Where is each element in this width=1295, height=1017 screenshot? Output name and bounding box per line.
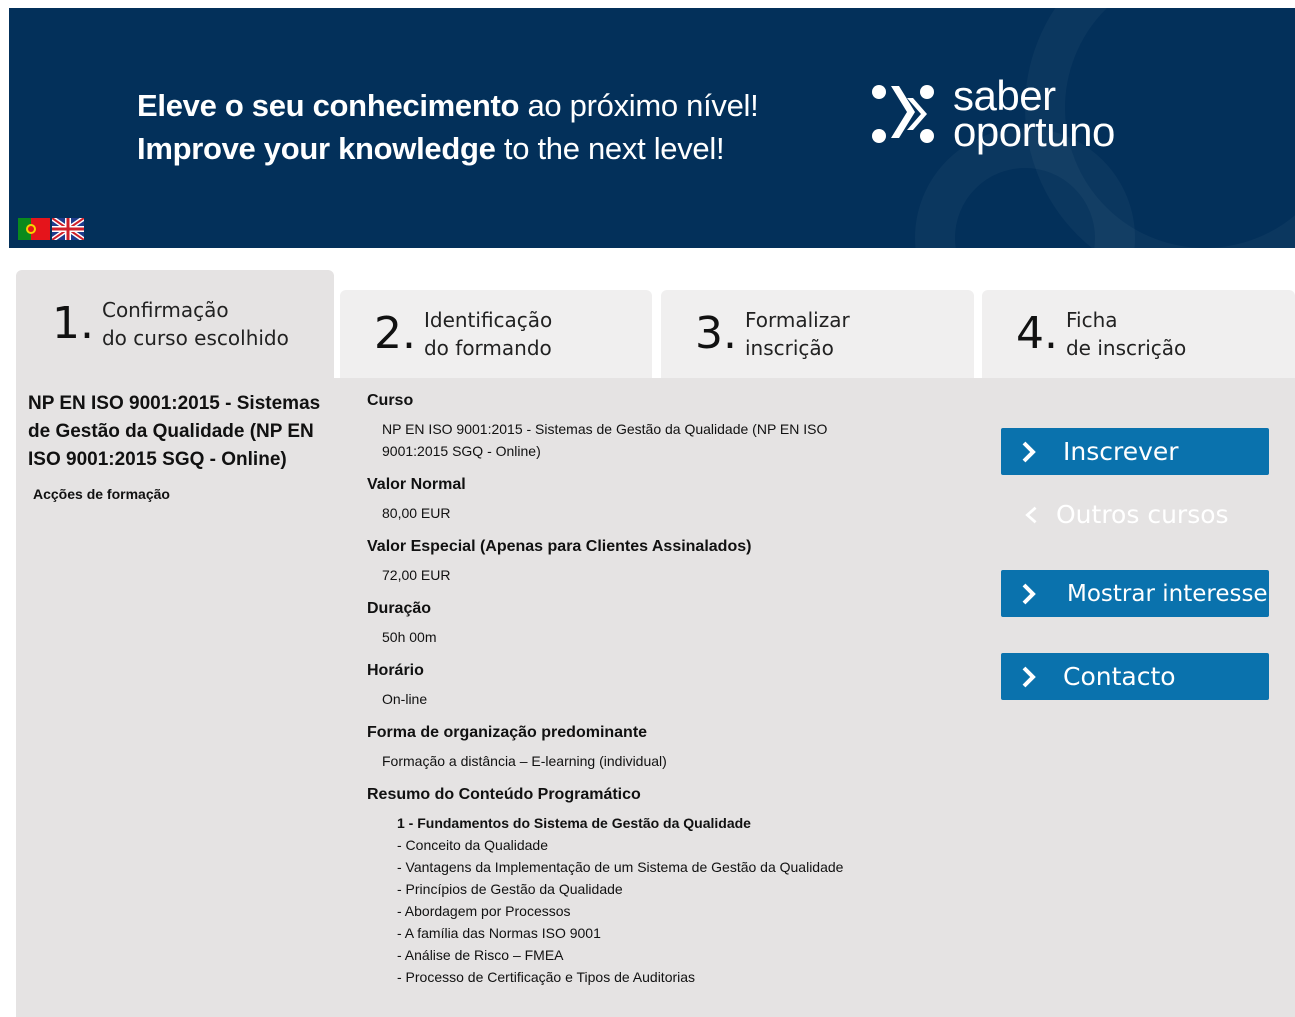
tagline-en-bold: Improve your knowledge (137, 131, 496, 166)
mostrar-interesse-button[interactable]: Mostrar interesse (1001, 570, 1269, 617)
step-label: do formando (423, 336, 552, 360)
banner-tagline: Eleve o seu conhecimento ao próximo níve… (137, 84, 759, 170)
step-number: 3. (695, 308, 737, 359)
course-category: Acções de formação (33, 486, 170, 502)
tagline-pt-bold: Eleve o seu conhecimento (137, 88, 520, 123)
field-label-curso: Curso (367, 392, 414, 409)
header-banner: Eleve o seu conhecimento ao próximo níve… (9, 8, 1295, 248)
list-item: - Processo de Certificação e Tipos de Au… (397, 969, 696, 985)
field-label-valor-especial: Valor Especial (Apenas para Clientes Ass… (367, 538, 752, 555)
list-item: - Princípios de Gestão da Qualidade (397, 881, 623, 897)
uk-flag-icon[interactable] (52, 218, 84, 240)
step-number: 1. (52, 298, 94, 349)
field-label-valor-normal: Valor Normal (367, 476, 466, 493)
field-label-horario: Horário (367, 662, 424, 679)
saber-oportuno-logo[interactable]: saber oportuno (867, 75, 1115, 155)
field-value-forma: Formação a distância – E-learning (indiv… (382, 753, 667, 769)
chevron-right-icon (1022, 583, 1036, 604)
field-value-curso: NP EN ISO 9001:2015 - Sistemas de Gestão… (382, 421, 828, 459)
step-label: inscrição (744, 336, 834, 360)
step-label: Formalizar (744, 308, 850, 332)
chevron-left-icon (1025, 506, 1037, 523)
programa-heading: 1 - Fundamentos do Sistema de Gestão da … (397, 815, 751, 831)
field-label-resumo: Resumo do Conteúdo Programático (367, 786, 641, 803)
logo-text-oportuno: oportuno (953, 108, 1115, 155)
inscrever-button[interactable]: Inscrever (1001, 428, 1269, 475)
step-label: do curso escolhido (101, 326, 289, 350)
step-label: Ficha (1065, 308, 1118, 332)
tagline-pt-light: ao próximo nível! (527, 88, 759, 123)
step-label: Confirmação (101, 298, 229, 322)
course-title: NP EN ISO 9001:2015 - Sistemas de Gestão… (28, 393, 321, 470)
step-tab-1[interactable]: 1. Confirmação do curso escolhido (16, 270, 334, 378)
step-tab-4[interactable]: 4. Ficha de inscrição (982, 290, 1295, 378)
field-value-valor-normal: 80,00 EUR (382, 505, 451, 521)
step-label: Identificação (423, 308, 553, 332)
mostrar-interesse-label: Mostrar interesse (1067, 580, 1268, 607)
list-item: - Vantagens da Implementação de um Siste… (397, 859, 844, 875)
step-tab-3[interactable]: 3. Formalizar inscrição (661, 290, 974, 378)
programa-list: 1 - Fundamentos do Sistema de Gestão da … (397, 812, 987, 988)
portugal-flag-icon[interactable] (18, 218, 50, 240)
step-tab-2[interactable]: 2. Identificação do formando (340, 290, 652, 378)
field-value-duracao: 50h 00m (382, 629, 437, 645)
outros-cursos-link[interactable]: Outros cursos (1020, 500, 1229, 529)
list-item: - Análise de Risco – FMEA (397, 947, 564, 963)
step-label: de inscrição (1065, 336, 1187, 360)
outros-cursos-label: Outros cursos (1056, 500, 1229, 529)
list-item: - Abordagem por Processos (397, 903, 571, 919)
field-label-forma: Forma de organização predominante (367, 724, 648, 741)
field-value-horario: On-line (382, 691, 428, 707)
chevron-right-icon (1022, 441, 1036, 462)
language-selector (18, 218, 84, 240)
chevron-right-icon (1022, 666, 1036, 687)
list-item: - Conceito da Qualidade (397, 837, 548, 853)
contacto-button[interactable]: Contacto (1001, 653, 1269, 700)
tagline-en-light: to the next level! (503, 131, 725, 166)
contacto-label: Contacto (1063, 662, 1176, 691)
inscrever-label: Inscrever (1063, 437, 1179, 466)
logo-mark-icon (872, 85, 934, 143)
field-value-valor-especial: 72,00 EUR (382, 567, 451, 583)
step-number: 4. (1016, 308, 1058, 359)
course-details: Curso NP EN ISO 9001:2015 - Sistemas de … (367, 392, 987, 988)
step-number: 2. (374, 308, 416, 359)
field-label-duracao: Duração (367, 600, 432, 617)
list-item: - A família das Normas ISO 9001 (397, 925, 601, 941)
